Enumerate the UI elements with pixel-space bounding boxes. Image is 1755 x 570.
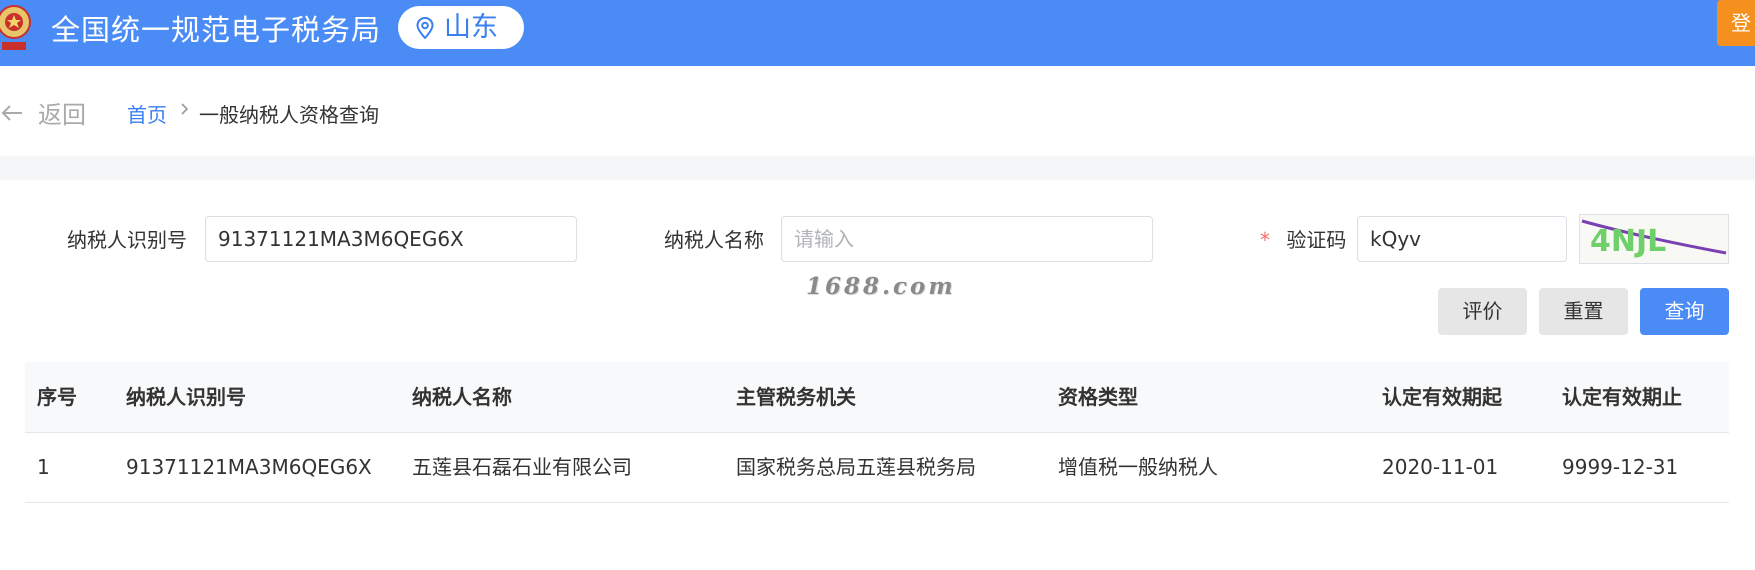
region-selector[interactable]: 山东	[398, 6, 524, 49]
national-emblem-icon	[0, 5, 31, 50]
watermark-text: 1688.com	[806, 273, 956, 300]
back-label: 返回	[38, 101, 86, 129]
row-qualification-type: 增值税一般纳税人	[1058, 455, 1218, 479]
evaluate-button[interactable]: 评价	[1438, 288, 1527, 335]
captcha-graphic: 4NJL	[1581, 219, 1727, 259]
query-button[interactable]: 查询	[1640, 288, 1729, 335]
back-arrow-icon	[1, 104, 22, 121]
row-index: 1	[37, 455, 50, 479]
column-header: 认定有效期止	[1562, 385, 1682, 409]
taxpayer-name-label: 纳税人名称	[664, 228, 764, 252]
row-valid-to: 9999-12-31	[1562, 455, 1679, 479]
column-header: 认定有效期起	[1382, 385, 1502, 409]
taxpayer-name-input[interactable]	[781, 216, 1153, 262]
column-header: 主管税务机关	[736, 385, 856, 409]
row-valid-from: 2020-11-01	[1382, 455, 1499, 479]
column-header: 纳税人名称	[412, 385, 512, 409]
region-name: 山东	[444, 11, 498, 43]
captcha-image[interactable]: 4NJL	[1579, 214, 1729, 264]
row-taxpayer-id: 91371121MA3M6QEG6X	[126, 455, 372, 479]
login-button[interactable]: 登	[1717, 0, 1755, 46]
section-divider	[0, 156, 1755, 180]
column-header: 序号	[37, 385, 77, 409]
required-mark: *	[1260, 228, 1270, 252]
captcha-label: * 验证码	[1260, 228, 1346, 252]
table-row: 1 91371121MA3M6QEG6X 五莲县石磊石业有限公司 国家税务总局五…	[25, 433, 1729, 503]
site-title: 全国统一规范电子税务局	[51, 13, 382, 47]
row-taxpayer-name: 五莲县石磊石业有限公司	[412, 455, 632, 479]
breadcrumb-current: 一般纳税人资格查询	[199, 103, 379, 127]
captcha-input[interactable]	[1357, 216, 1567, 262]
location-pin-icon	[416, 16, 434, 39]
row-tax-authority: 国家税务总局五莲县税务局	[736, 455, 976, 479]
column-header: 纳税人识别号	[126, 385, 246, 409]
table-header: 序号 纳税人识别号 纳税人名称 主管税务机关 资格类型 认定有效期起 认定有效期…	[25, 362, 1729, 433]
captcha-label-text: 验证码	[1286, 228, 1347, 252]
reset-button[interactable]: 重置	[1539, 288, 1628, 335]
top-header: 全国统一规范电子税务局 山东 登	[0, 0, 1755, 66]
captcha-glyph: 4NJL	[1590, 224, 1666, 259]
taxpayer-id-label: 纳税人识别号	[67, 228, 187, 252]
results-table: 序号 纳税人识别号 纳税人名称 主管税务机关 资格类型 认定有效期起 认定有效期…	[25, 362, 1729, 503]
back-button[interactable]: 返回	[0, 95, 86, 130]
column-header: 资格类型	[1058, 385, 1138, 409]
breadcrumb-chevron-icon	[181, 103, 189, 115]
breadcrumb-home-link[interactable]: 首页	[127, 99, 167, 128]
taxpayer-id-input[interactable]	[205, 216, 577, 262]
